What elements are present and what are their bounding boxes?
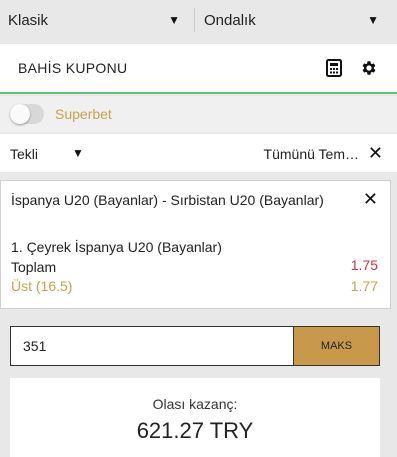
odds-type-select[interactable]: Klasik ▼ (0, 0, 194, 40)
bet-type-row: Tekli ▼ Tümünü Tem… ✕ (0, 134, 397, 172)
superbet-toggle[interactable] (10, 104, 44, 124)
bet-type-select[interactable]: Tekli (10, 146, 38, 162)
toggle-knob (10, 104, 30, 124)
superbet-label: Superbet (55, 106, 112, 122)
odds-settings-bar: Klasik ▼ Ondalık ▼ (0, 0, 397, 40)
current-odds: 1.77 (350, 278, 378, 294)
calculator-icon[interactable] (324, 58, 344, 78)
superbet-row: Superbet (0, 96, 397, 132)
gear-icon[interactable] (359, 58, 379, 78)
caret-down-icon[interactable]: ▼ (72, 146, 84, 160)
previous-odds: 1.75 (350, 257, 378, 273)
market-name: 1. Çeyrek İspanya U20 (Bayanlar) Toplam (11, 237, 341, 277)
selection-name: Üst (16.5) (11, 278, 73, 294)
remove-bet-icon[interactable]: ✕ (363, 189, 378, 210)
caret-down-icon: ▼ (367, 13, 379, 27)
betslip-title: BAHİS KUPONU (18, 60, 128, 76)
market-line-2: Toplam (11, 259, 57, 275)
odds-format-value: Ondalık (204, 11, 256, 29)
market-line-1: 1. Çeyrek İspanya U20 (Bayanlar) (11, 239, 222, 255)
stake-input[interactable] (10, 326, 294, 366)
odds-format-select[interactable]: Ondalık ▼ (194, 0, 397, 40)
payout-label: Olası kazanç: (152, 396, 238, 412)
caret-down-icon: ▼ (168, 13, 180, 27)
match-name: İspanya U20 (Bayanlar) - Sırbistan U20 (… (11, 192, 324, 208)
bet-card: İspanya U20 (Bayanlar) - Sırbistan U20 (… (0, 180, 391, 309)
payout-value: 621.27 TRY (136, 418, 254, 443)
potential-payout-panel: Olası kazanç: 621.27 TRY (10, 378, 380, 457)
max-stake-button[interactable]: MAKS (294, 326, 380, 366)
clear-all-link[interactable]: Tümünü Tem… (264, 146, 359, 162)
close-icon[interactable]: ✕ (368, 143, 383, 164)
odds-type-value: Klasik (8, 11, 49, 29)
betslip-header: BAHİS KUPONU (0, 44, 397, 94)
